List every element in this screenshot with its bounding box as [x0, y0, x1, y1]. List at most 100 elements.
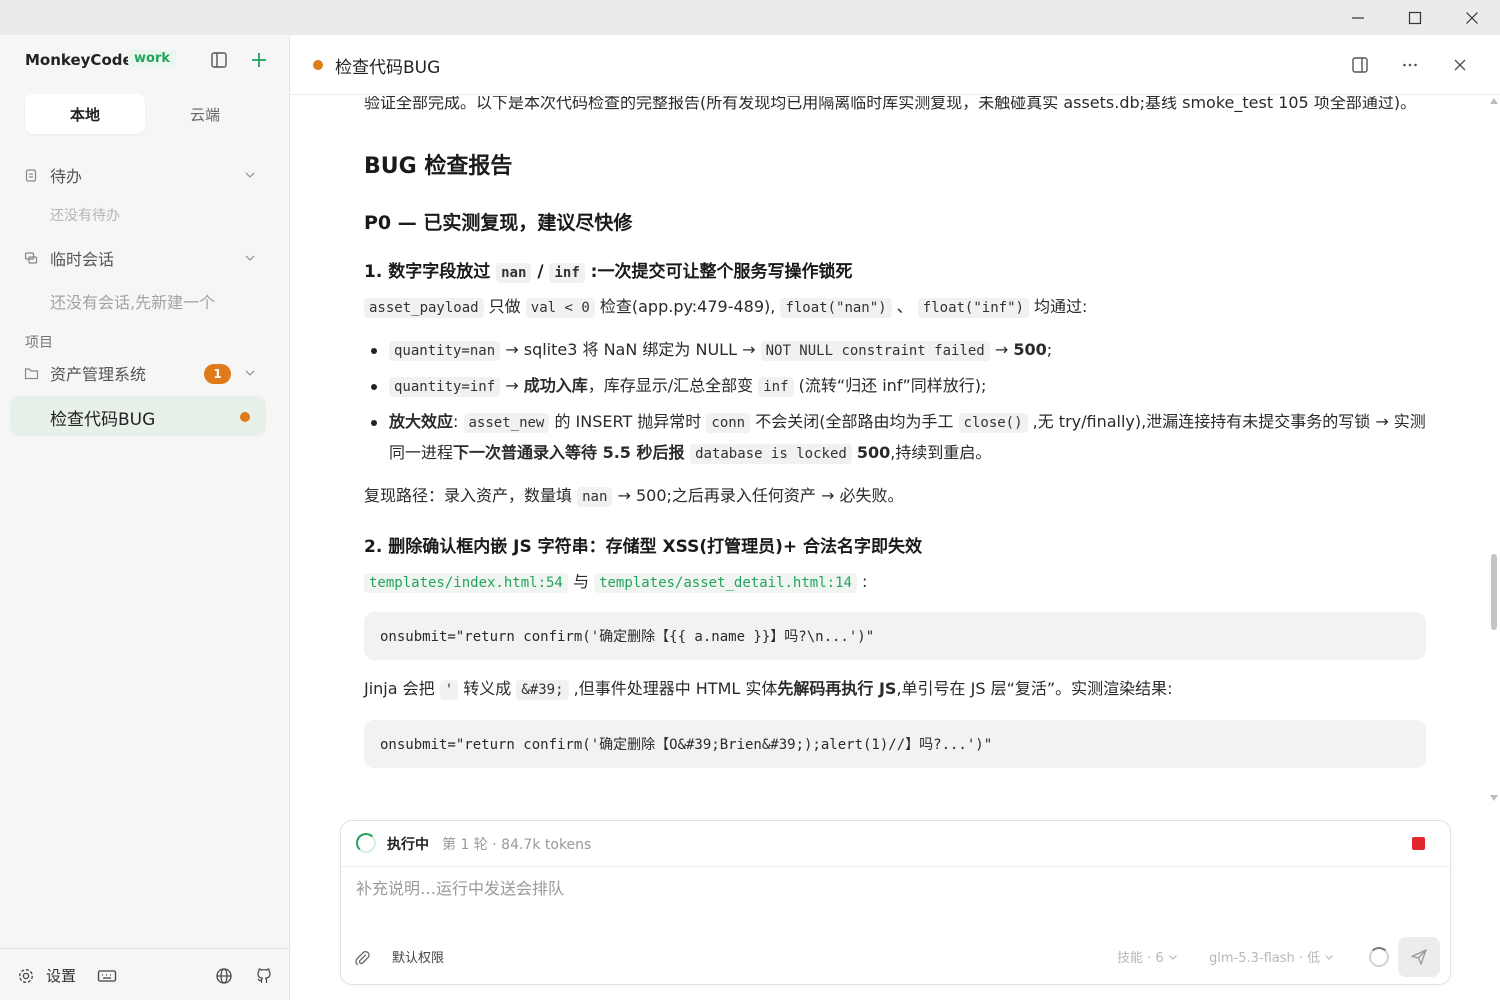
bold-text: 下一次普通录入等待 5.5 秒后报 — [453, 443, 691, 462]
close-window-button[interactable] — [1443, 0, 1500, 35]
stop-button[interactable] — [1412, 837, 1425, 850]
text-run: ,单引号在 JS 层“复活”。实测渲染结果: — [896, 679, 1173, 698]
issue-2-title: 2. 删除确认框内嵌 JS 字符串：存储型 XSS(打管理员)+ 合法名字即失效 — [364, 537, 923, 557]
issue-2-explanation: Jinja 会把 ' 转义成 &#39; ,但事件处理器中 HTML 实体先解码… — [364, 674, 1426, 705]
settings-button[interactable] — [15, 965, 37, 987]
bold-text: 500 — [856, 443, 891, 462]
scroll-up-icon[interactable] — [1490, 98, 1498, 104]
minimize-icon — [1351, 16, 1364, 19]
message-scroll-area[interactable]: 验证全部完成。以下是本次代码检查的完整报告(所有发现均已用隔离临时库实测复现，未… — [290, 96, 1488, 811]
run-status-bar: 执行中 第 1 轮 · 84.7k tokens — [341, 821, 1450, 867]
inline-code: quantity=inf — [389, 377, 501, 397]
inline-code: asset_new — [463, 413, 550, 433]
priority-heading: P0 — 已实测复现，建议尽快修 — [364, 212, 633, 234]
inline-code: conn — [706, 413, 751, 433]
text-run: 检查(app.py:479-489), — [594, 297, 781, 316]
permission-selector[interactable]: 默认权限 — [392, 947, 444, 966]
send-button[interactable] — [1398, 937, 1440, 977]
temp-session-empty-text: 还没有会话,先新建一个 — [50, 293, 216, 312]
maximize-button[interactable] — [1386, 0, 1443, 35]
todo-empty-text: 还没有待办 — [50, 208, 120, 224]
text-run: → — [500, 376, 524, 395]
sidebar-layout-icon — [211, 52, 227, 68]
skills-label: 技能 · 6 — [1117, 951, 1164, 966]
text-run: 转义成 — [458, 679, 517, 698]
session-item-active[interactable]: 检查代码BUG — [10, 396, 266, 436]
issue-1-title-text: 1. 数字字段放过 — [364, 262, 497, 282]
send-icon — [1411, 949, 1427, 965]
toggle-panel-button[interactable] — [1348, 53, 1372, 77]
text-run: (流转“归还 inf”同样放行); — [793, 376, 987, 395]
keyboard-shortcuts-button[interactable] — [96, 965, 118, 987]
workspace-tag[interactable]: work — [128, 50, 176, 67]
bold-text: 先解码再执行 JS — [777, 679, 897, 698]
chevron-down-icon — [1325, 955, 1334, 960]
gear-icon — [19, 969, 33, 983]
tab-local[interactable]: 本地 — [25, 94, 145, 134]
file-link[interactable]: templates/index.html:54 — [364, 573, 568, 593]
text-run: → 500;之后再录入任何资产 → 必失败。 — [612, 486, 904, 505]
file-link[interactable]: templates/asset_detail.html:14 — [594, 573, 857, 593]
project-name: 资产管理系统 — [50, 365, 147, 384]
message-input[interactable] — [356, 879, 1436, 898]
attach-button[interactable] — [351, 947, 373, 969]
plus-icon — [252, 53, 266, 67]
close-icon — [1465, 11, 1478, 24]
list-item: 放大效应: asset_new 的 INSERT 抛异常时 conn 不会关闭(… — [364, 407, 1426, 469]
clipboard-icon — [24, 168, 40, 182]
issue-1-title-tail: :一次提交可让整个服务写操作锁死 — [584, 262, 853, 282]
list-item: quantity=inf → 成功入库，库存显示/汇总全部变 inf (流转“归… — [364, 371, 1426, 402]
text-run: ,持续到重启。 — [890, 443, 992, 462]
tab-cloud[interactable]: 云端 — [145, 94, 265, 134]
temp-session-title: 临时会话 — [50, 250, 115, 269]
scroll-down-icon[interactable] — [1490, 795, 1498, 801]
todo-title: 待办 — [50, 167, 83, 186]
text-run: ，库存显示/汇总全部变 — [587, 376, 759, 395]
skills-selector[interactable]: 技能 · 6 — [1117, 947, 1178, 966]
inline-code: float("nan") — [780, 298, 892, 318]
issue-1-description: asset_payload 只做 val < 0 检查(app.py:479-4… — [364, 292, 1426, 323]
report-heading: BUG 检查报告 — [364, 154, 513, 179]
chevron-down-icon — [244, 252, 256, 264]
project-count-badge: 1 — [204, 364, 231, 384]
todo-section-header[interactable]: 待办 — [24, 161, 264, 189]
list-item: quantity=nan → sqlite3 将 NaN 绑定为 NULL → … — [364, 335, 1426, 366]
chevron-down-icon — [1168, 955, 1177, 960]
github-icon — [257, 968, 271, 983]
chevron-down-icon — [244, 367, 256, 379]
composer: 执行中 第 1 轮 · 84.7k tokens 默认权限 技能 · 6 glm… — [340, 820, 1451, 985]
language-button[interactable] — [213, 965, 235, 987]
scrollbar[interactable] — [1488, 96, 1500, 811]
model-selector[interactable]: glm-5.3-flash · 低 — [1209, 947, 1334, 966]
github-button[interactable] — [253, 965, 275, 987]
chevron-down-icon — [244, 169, 256, 181]
inline-code: NOT NULL constraint failed — [760, 341, 990, 361]
maximize-icon — [1408, 11, 1421, 24]
inline-code: ' — [439, 680, 459, 700]
inline-code: &#39; — [516, 680, 569, 700]
split-panel-icon — [1352, 57, 1368, 73]
text-run: : — [453, 412, 464, 431]
issue-1-title: 1. 数字字段放过 nan / inf :一次提交可让整个服务写操作锁死 — [364, 257, 1426, 283]
chat-icon — [24, 251, 40, 265]
settings-label[interactable]: 设置 — [46, 965, 76, 986]
toggle-sidebar-button[interactable] — [208, 49, 230, 71]
more-options-button[interactable] — [1398, 53, 1422, 77]
inline-code: nan — [496, 263, 532, 283]
session-header: 检查代码BUG — [290, 35, 1500, 95]
text-run: 均通过: — [1028, 297, 1088, 316]
inline-code: asset_payload — [364, 298, 484, 318]
brand-name: MonkeyCode — [25, 51, 133, 69]
temp-session-section-header[interactable]: 临时会话 — [24, 244, 264, 272]
scrollbar-thumb[interactable] — [1491, 554, 1497, 630]
close-session-button[interactable] — [1448, 53, 1472, 77]
assistant-report: 验证全部完成。以下是本次代码检查的完整报告(所有发现均已用隔离临时库实测复现，未… — [364, 96, 1426, 768]
minimize-button[interactable] — [1329, 0, 1386, 35]
close-icon — [1454, 59, 1466, 71]
sidebar: MonkeyCode work 本地 云端 待办 还没有待办 临时会话 还没有会… — [0, 35, 290, 1000]
new-session-button[interactable] — [248, 49, 270, 71]
text-run: 、 — [891, 297, 918, 316]
text-run: 不会关闭(全部路由均为手工 — [750, 412, 959, 431]
run-meta: 第 1 轮 · 84.7k tokens — [442, 837, 592, 853]
code-block: onsubmit="return confirm('确定删除【{{ a.name… — [364, 612, 1426, 660]
